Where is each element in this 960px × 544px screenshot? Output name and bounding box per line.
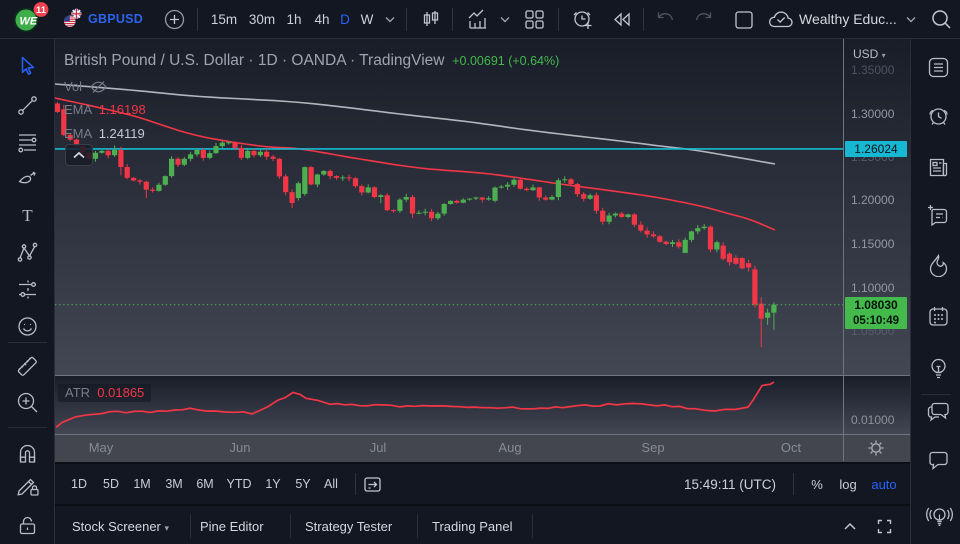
svg-text:T: T [22,206,33,225]
svg-text:11: 11 [36,5,47,16]
svg-text:WE: WE [20,16,38,28]
